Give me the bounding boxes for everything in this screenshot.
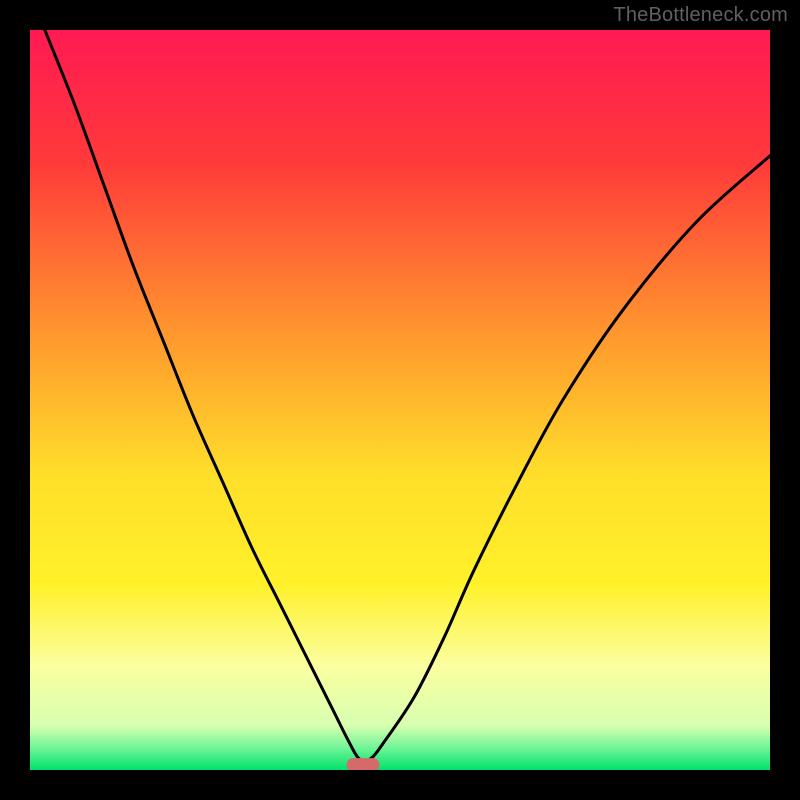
optimal-zone-marker (347, 758, 380, 770)
watermark-text: TheBottleneck.com (613, 4, 788, 27)
chart-frame (30, 30, 770, 770)
gradient-background (30, 30, 770, 770)
bottleneck-chart (30, 30, 770, 770)
